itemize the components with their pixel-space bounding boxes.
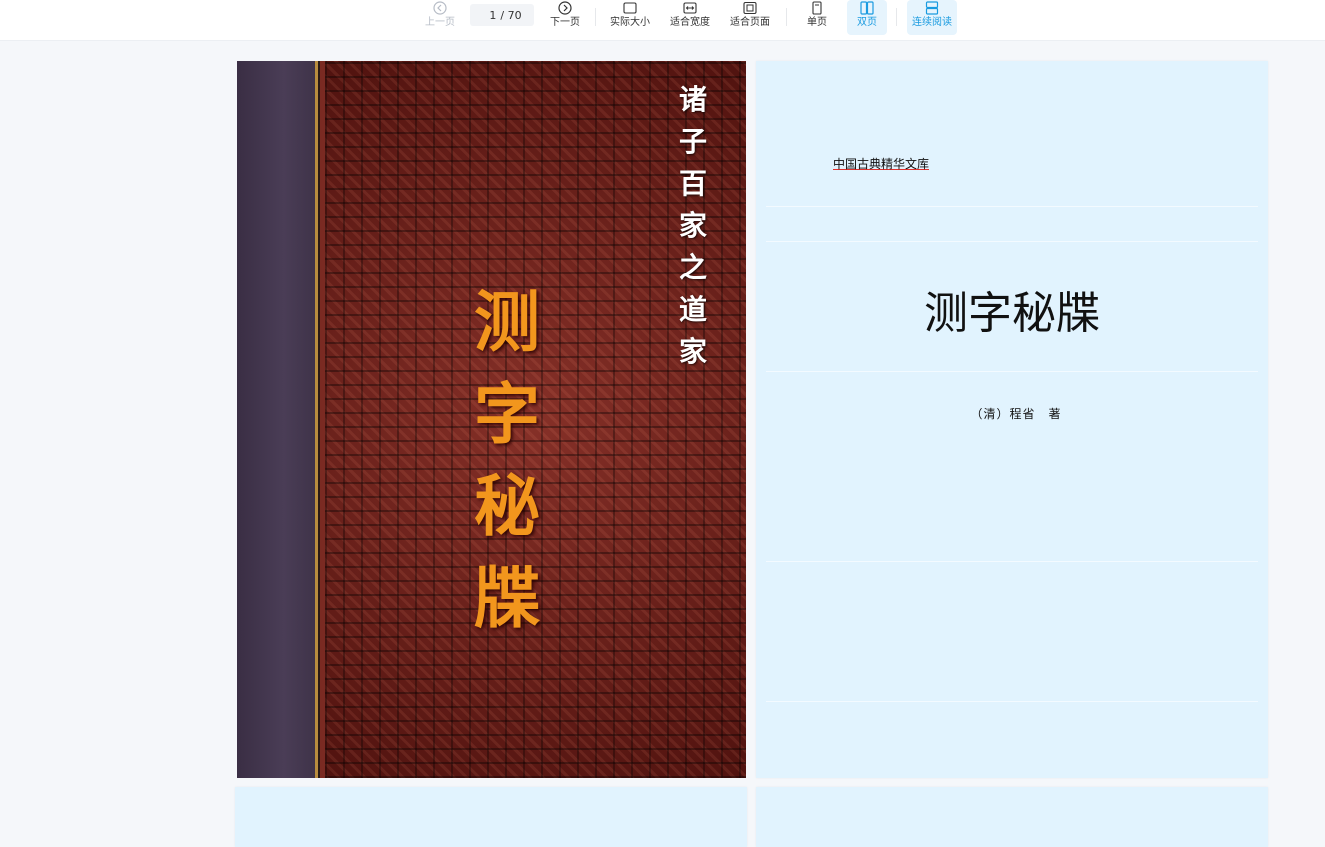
next-page-button[interactable]: 下一页: [546, 0, 584, 36]
continuous-reading-icon: [925, 1, 939, 15]
page-number-input[interactable]: [482, 8, 497, 22]
double-page-icon: [860, 1, 874, 15]
prev-page-button[interactable]: 上一页: [421, 0, 459, 36]
title-page-title: 测字秘牒: [924, 288, 1100, 339]
single-page-button[interactable]: 单页: [800, 0, 834, 36]
next-page-label: 下一页: [550, 17, 580, 28]
single-page-label: 单页: [807, 17, 827, 28]
cover-title: 测字秘牒: [474, 283, 540, 637]
total-pages-label: / 70: [500, 8, 522, 22]
actual-size-button[interactable]: 实际大小: [607, 0, 653, 36]
toolbar-divider: [595, 8, 596, 26]
cover-spine: [237, 61, 315, 778]
continuous-reading-button[interactable]: 连续阅读: [907, 0, 957, 35]
chevron-right-icon: [558, 1, 572, 15]
continuous-reading-label: 连续阅读: [912, 17, 952, 28]
double-page-button[interactable]: 双页: [847, 0, 887, 35]
toolbar-divider: [896, 8, 897, 26]
single-page-icon: [812, 1, 822, 15]
fit-width-icon: [683, 2, 697, 14]
title-page: 中国古典精华文库 测字秘牒 （清）程省 著: [756, 61, 1268, 778]
cover-series-text: 诸子百家之道家: [678, 83, 707, 368]
fit-page-button[interactable]: 适合页面: [727, 0, 773, 36]
fit-width-label: 适合宽度: [670, 17, 710, 28]
title-page-author: （清）程省 著: [970, 407, 1062, 421]
fit-page-label: 适合页面: [730, 17, 770, 28]
page-indicator: / 70: [470, 4, 534, 26]
double-page-label: 双页: [857, 17, 877, 28]
fit-width-button[interactable]: 适合宽度: [667, 0, 713, 36]
actual-size-icon: [623, 2, 637, 14]
viewer-toolbar: 上一页 / 70 下一页 实际大小 适合宽度 适合页面 单页 双页 连续阅读: [0, 0, 1325, 41]
actual-size-label: 实际大小: [610, 17, 650, 28]
fit-page-icon: [743, 1, 757, 15]
next-page-left: [235, 787, 747, 847]
next-page-right: [756, 787, 1268, 847]
chevron-left-icon: [433, 1, 447, 15]
toolbar-divider: [786, 8, 787, 26]
prev-page-label: 上一页: [425, 17, 455, 28]
book-cover-page: 诸子百家之道家 测字秘牒: [237, 61, 746, 778]
title-page-series: 中国古典精华文库: [833, 157, 930, 171]
